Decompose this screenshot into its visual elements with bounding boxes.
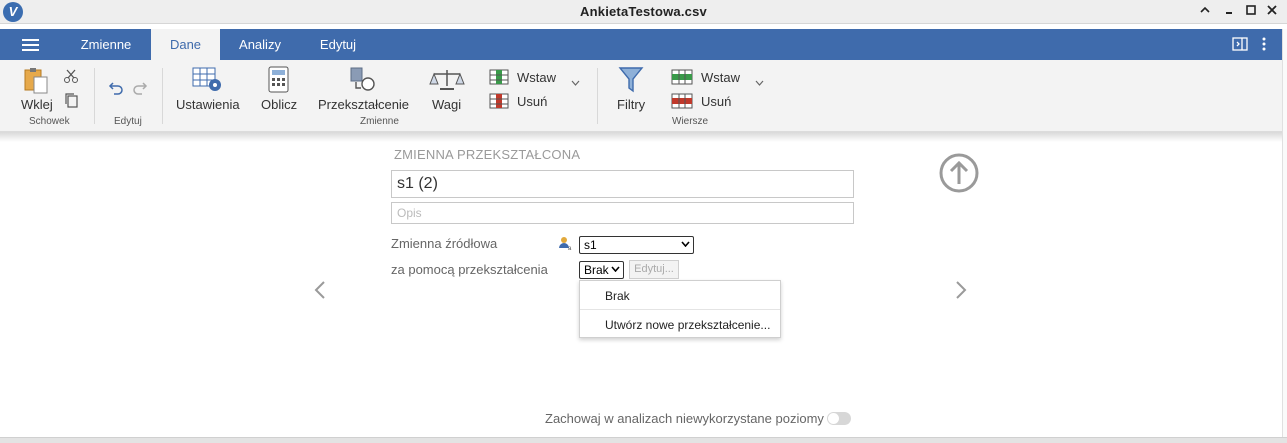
chevron-down-icon[interactable] [571, 73, 580, 91]
scissors-icon[interactable] [63, 68, 79, 89]
ribbon-separator [162, 68, 163, 124]
ribbon-separator [597, 68, 598, 124]
paste-label[interactable]: Wklej [21, 97, 53, 112]
transform-select[interactable]: Brak [579, 261, 624, 279]
keep-unused-levels-toggle[interactable] [827, 412, 851, 425]
transform-icon[interactable] [349, 66, 377, 99]
filter-icon[interactable] [618, 66, 644, 99]
window-title: AnkietaTestowa.csv [580, 4, 707, 19]
ribbon-separator [94, 68, 95, 124]
clipboard-group-label: Schowek [29, 116, 70, 127]
keep-unused-levels-label: Zachowaj w analizach niewykorzystane poz… [545, 411, 824, 426]
hamburger-menu-icon[interactable] [22, 39, 39, 51]
delete-column-icon[interactable] [489, 93, 509, 114]
compute-label[interactable]: Oblicz [261, 97, 297, 112]
redo-icon[interactable] [132, 80, 148, 101]
panel-toggle-icon[interactable] [1232, 37, 1248, 54]
edit-group-label: Edytuj [114, 116, 142, 127]
chevron-right-icon[interactable] [954, 280, 968, 305]
var-delete-label[interactable]: Usuń [517, 94, 547, 109]
title-bar: V AnkietaTestowa.csv [0, 0, 1287, 24]
dropdown-option-none[interactable]: Brak [580, 289, 780, 303]
minimize-icon[interactable] [1219, 2, 1239, 22]
filters-label[interactable]: Filtry [617, 97, 645, 112]
ribbon-shadow [0, 132, 1282, 142]
tab-edytuj[interactable]: Edytuj [305, 29, 371, 60]
copy-icon[interactable] [63, 92, 79, 113]
weights-icon[interactable] [428, 68, 466, 97]
weights-label[interactable]: Wagi [432, 97, 461, 112]
paste-icon[interactable] [22, 66, 52, 101]
variable-type-icon: a [558, 236, 573, 256]
tab-dane[interactable]: Dane [151, 29, 220, 60]
source-variable-label: Zmienna źródłowa [391, 236, 498, 251]
more-vertical-icon[interactable] [1261, 37, 1267, 54]
transform-dropdown-menu: Brak Utwórz nowe przekształcenie... [579, 280, 781, 338]
main-tab-bar: Zmienne Dane Analizy Edytuj [0, 29, 1282, 60]
chevron-left-icon[interactable] [313, 280, 327, 305]
settings-grid-icon[interactable] [192, 66, 224, 99]
var-insert-label[interactable]: Wstaw [517, 70, 556, 85]
ribbon-toolbar: Wklej Schowek Edytuj Ustawienia Oblicz P… [0, 60, 1282, 132]
chevron-down-icon [681, 238, 690, 251]
tab-zmienne[interactable]: Zmienne [66, 29, 146, 60]
edit-transform-button[interactable]: Edytuj... [629, 260, 679, 279]
transform-method-label: za pomocą przekształcenia [391, 262, 548, 277]
calculator-icon[interactable] [268, 66, 290, 99]
chevron-up-icon[interactable] [1195, 2, 1215, 22]
tab-analizy[interactable]: Analizy [226, 29, 294, 60]
dropdown-divider [580, 309, 780, 310]
transform-label[interactable]: Przekształcenie [318, 97, 409, 112]
source-variable-select[interactable]: s1 [579, 236, 694, 254]
dropdown-option-create-new[interactable]: Utwórz nowe przekształcenie... [580, 318, 780, 332]
row-insert-label[interactable]: Wstaw [701, 70, 740, 85]
settings-label[interactable]: Ustawienia [176, 97, 240, 112]
close-icon[interactable] [1262, 2, 1282, 22]
insert-column-icon[interactable] [489, 69, 509, 90]
row-delete-label[interactable]: Usuń [701, 94, 731, 109]
undo-icon[interactable] [108, 80, 124, 101]
delete-row-icon[interactable] [671, 93, 693, 114]
chevron-down-icon[interactable] [755, 73, 764, 91]
variables-group-label: Zmienne [360, 116, 399, 127]
arrow-up-circle-icon[interactable] [938, 152, 980, 199]
window-right-edge [1282, 29, 1287, 443]
rows-group-label: Wiersze [672, 116, 709, 127]
chevron-down-icon [611, 263, 620, 276]
form-heading: ZMIENNA PRZEKSZTAŁCONA [394, 147, 581, 162]
maximize-icon[interactable] [1241, 2, 1261, 22]
insert-row-icon[interactable] [671, 69, 693, 90]
description-input[interactable]: Opis [391, 202, 854, 224]
svg-text:a: a [568, 246, 572, 251]
bottom-border [0, 437, 1287, 443]
variable-name-input[interactable]: s1 (2) [391, 170, 854, 198]
